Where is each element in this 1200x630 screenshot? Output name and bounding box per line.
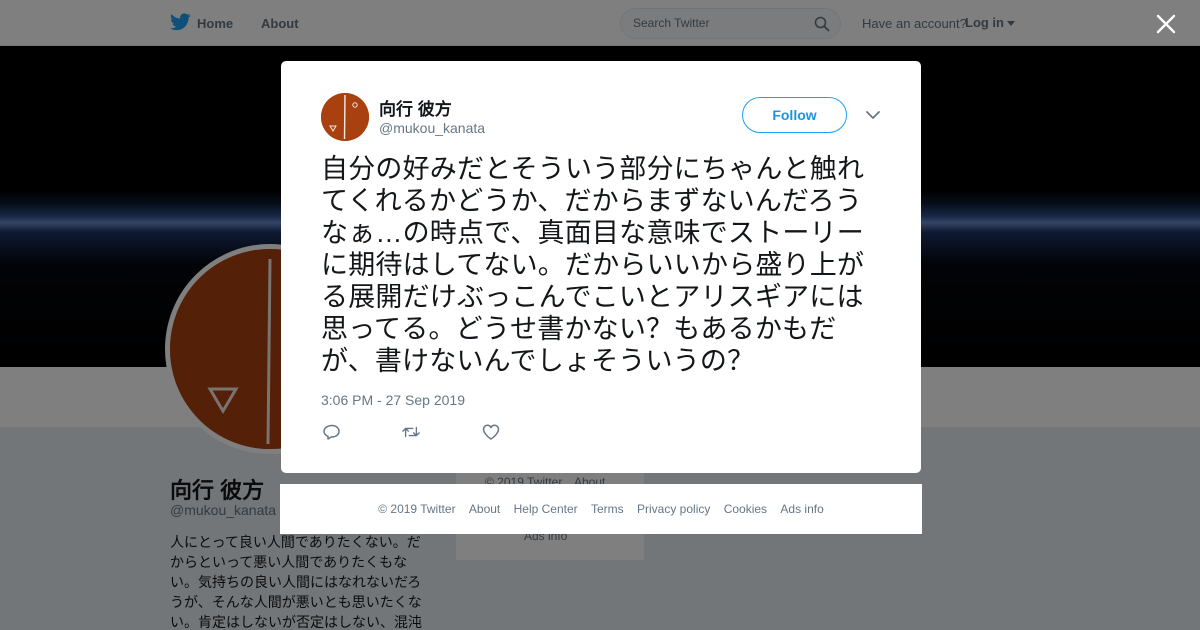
footer-cookies-link[interactable]: Cookies [724, 502, 767, 516]
footer-links: © 2019 Twitter About Help Center Terms P… [280, 502, 922, 516]
reply-icon[interactable] [323, 424, 341, 440]
footer-copyright: © 2019 Twitter [378, 502, 456, 516]
footer-ads-info-link[interactable]: Ads info [780, 502, 823, 516]
chevron-down-icon[interactable] [866, 110, 880, 120]
avatar-artwork [321, 93, 369, 141]
heart-icon[interactable] [482, 424, 500, 440]
tweet-modal: 向行 彼方 @mukou_kanata Follow 自分の好みだとそういう部分… [281, 61, 921, 473]
tweet-author-name[interactable]: 向行 彼方 [379, 95, 452, 120]
tweet-text: 自分の好みだとそういう部分にちゃんと触れてくれるかどうか、だからまずないんだろう… [321, 154, 865, 376]
footer-terms-link[interactable]: Terms [591, 502, 624, 516]
follow-button[interactable]: Follow [742, 97, 847, 133]
tweet-author-avatar[interactable] [321, 93, 369, 141]
tweet-author-handle[interactable]: @mukou_kanata [379, 120, 485, 136]
modal-footer: © 2019 Twitter About Help Center Terms P… [280, 484, 922, 534]
footer-about-link[interactable]: About [469, 502, 500, 516]
close-icon[interactable] [1155, 13, 1177, 35]
tweet-timestamp[interactable]: 3:06 PM - 27 Sep 2019 [321, 392, 465, 408]
retweet-icon[interactable] [402, 424, 420, 440]
footer-privacy-link[interactable]: Privacy policy [637, 502, 710, 516]
footer-help-center-link[interactable]: Help Center [514, 502, 578, 516]
